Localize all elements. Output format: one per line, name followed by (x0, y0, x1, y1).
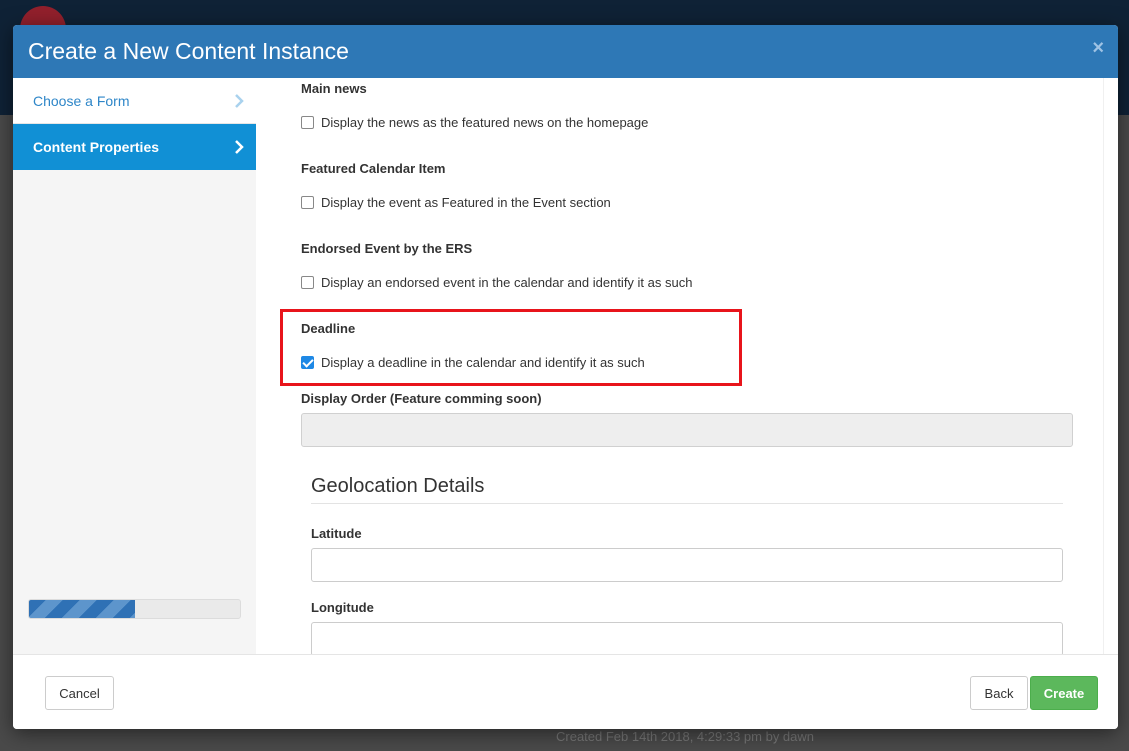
featured-calendar-label: Featured Calendar Item (301, 161, 446, 176)
sidebar-item-choose-form[interactable]: Choose a Form (13, 78, 256, 124)
endorsed-event-option[interactable]: Display an endorsed event in the calenda… (301, 275, 692, 290)
deadline-option[interactable]: Display a deadline in the calendar and i… (301, 355, 645, 370)
latitude-input[interactable] (311, 548, 1063, 582)
longitude-label: Longitude (311, 600, 374, 615)
cancel-button[interactable]: Cancel (45, 676, 114, 710)
main-news-option[interactable]: Display the news as the featured news on… (301, 115, 648, 130)
progress-fill (29, 600, 135, 618)
endorsed-event-checkbox-label: Display an endorsed event in the calenda… (321, 275, 693, 290)
content-properties-form: Main news Display the news as the featur… (256, 78, 1118, 654)
featured-calendar-checkbox-label: Display the event as Featured in the Eve… (321, 195, 611, 210)
latitude-label: Latitude (311, 526, 362, 541)
longitude-input[interactable] (311, 622, 1063, 654)
background-footnote: Created Feb 14th 2018, 4:29:33 pm by daw… (556, 729, 815, 744)
endorsed-event-label: Endorsed Event by the ERS (301, 241, 473, 256)
endorsed-event-checkbox[interactable] (301, 276, 314, 289)
chevron-right-icon (235, 140, 244, 154)
main-news-label: Main news (301, 81, 367, 96)
section-divider (311, 503, 1063, 504)
modal-footer: Cancel Back Create (13, 654, 1118, 729)
wizard-sidebar: Choose a Form Content Properties (13, 78, 256, 654)
close-icon[interactable]: × (1092, 38, 1104, 58)
create-content-modal: Create a New Content Instance × Choose a… (13, 25, 1118, 729)
main-news-checkbox-label: Display the news as the featured news on… (321, 115, 649, 130)
chevron-right-icon (235, 94, 244, 108)
sidebar-item-label: Choose a Form (33, 92, 130, 109)
deadline-checkbox-label: Display a deadline in the calendar and i… (321, 355, 645, 370)
sidebar-item-label: Content Properties (33, 139, 160, 155)
back-button[interactable]: Back (970, 676, 1028, 710)
display-order-label: Display Order (Feature comming soon) (301, 391, 542, 406)
display-order-input (301, 413, 1073, 447)
deadline-checkbox[interactable] (301, 356, 314, 369)
geolocation-section-title: Geolocation Details (311, 475, 485, 497)
featured-calendar-option[interactable]: Display the event as Featured in the Eve… (301, 195, 611, 210)
form-scrollbar[interactable] (1103, 78, 1118, 654)
main-news-checkbox[interactable] (301, 116, 314, 129)
create-button[interactable]: Create (1030, 676, 1098, 710)
sidebar-item-content-properties[interactable]: Content Properties (13, 124, 256, 170)
deadline-label: Deadline (301, 321, 356, 336)
wizard-progress-bar (28, 599, 241, 619)
modal-title: Create a New Content Instance (28, 38, 349, 64)
featured-calendar-checkbox[interactable] (301, 196, 314, 209)
modal-header: Create a New Content Instance × (13, 25, 1118, 78)
